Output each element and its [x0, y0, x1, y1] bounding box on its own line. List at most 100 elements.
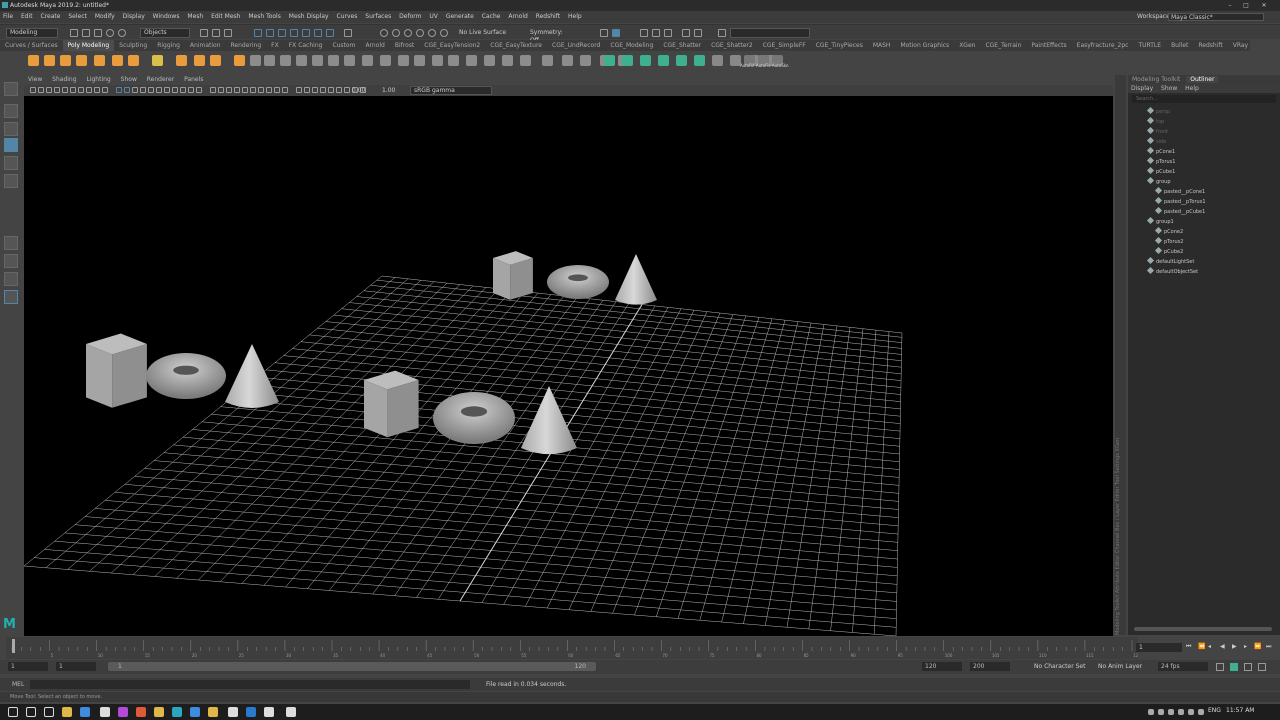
menu-mesh-display[interactable]: Mesh Display	[289, 13, 329, 20]
pTorus2[interactable]	[433, 392, 515, 444]
extrude-icon[interactable]	[328, 55, 339, 66]
panel-menu-view[interactable]: View	[28, 76, 42, 83]
step-forward-key-icon[interactable]: ⏩	[1254, 643, 1261, 650]
minimize-icon[interactable]: –	[1222, 0, 1238, 11]
maximize-icon[interactable]: □	[1238, 0, 1254, 11]
panel-toolbar-icon-14[interactable]	[140, 87, 146, 93]
play-backwards-icon[interactable]: ◀	[1220, 643, 1225, 650]
outliner-layout-icon[interactable]	[4, 290, 18, 304]
app-icon-3[interactable]	[190, 707, 200, 717]
wedge-icon[interactable]	[466, 55, 477, 66]
time-slider[interactable]: 5 10 15 20 25 30 35 40 45 50 55 60 65 70 75 80 85 90 95 100…	[0, 637, 1280, 659]
character-set-select[interactable]: No Character Set	[1034, 662, 1088, 671]
fill-hole-icon[interactable]	[362, 55, 373, 66]
panel-menu-renderer[interactable]: Renderer	[147, 76, 174, 83]
panel-toolbar-icon-1[interactable]	[30, 87, 36, 93]
pasted-pCone1[interactable]	[225, 344, 279, 408]
quad-draw-icon[interactable]	[542, 55, 553, 66]
select-by-joint-icon[interactable]	[266, 29, 274, 37]
shelf-tab-fx-caching[interactable]: FX Caching	[284, 40, 328, 51]
panel-toolbar-icon-21[interactable]	[196, 87, 202, 93]
panel-toolbar-icon-5[interactable]	[62, 87, 68, 93]
panel-toolbar-icon-23[interactable]	[218, 87, 224, 93]
exposure-field[interactable]: 0.00	[352, 87, 365, 94]
start-time-field[interactable]: 1	[8, 662, 48, 671]
workspace-select[interactable]: Maya Classic*	[1168, 13, 1264, 21]
outliner-item-group1[interactable]: group1	[1146, 216, 1174, 227]
separate-icon[interactable]	[234, 55, 245, 66]
outliner-item-persp[interactable]: persp	[1146, 106, 1170, 117]
range-bar[interactable]: 1 120	[108, 662, 596, 671]
snap-view-plane-icon[interactable]	[428, 29, 436, 37]
lock-selection-icon[interactable]	[344, 29, 352, 37]
outliner-item-side[interactable]: side	[1146, 136, 1166, 147]
panel-toolbar-icon-32[interactable]	[296, 87, 302, 93]
teal-tool-2-icon[interactable]	[622, 55, 633, 66]
menu-help[interactable]: Help	[568, 13, 582, 20]
outliner-item-ptorus2[interactable]: pTorus2	[1154, 236, 1183, 247]
persp-outliner-layout-icon[interactable]	[4, 272, 18, 286]
select-by-dynamic-icon[interactable]	[314, 29, 322, 37]
panel-toolbar-icon-27[interactable]	[250, 87, 256, 93]
pCube2[interactable]	[364, 370, 419, 438]
outliner-item-pasted-pcone1[interactable]: pasted__pCone1	[1154, 186, 1205, 197]
playback-start-field[interactable]: 1	[56, 662, 96, 671]
colorspace-select[interactable]: sRGB gamma	[410, 86, 492, 95]
move-tool-icon[interactable]	[4, 138, 18, 152]
panel-toolbar-icon-17[interactable]	[164, 87, 170, 93]
app-icon-7[interactable]	[264, 707, 274, 717]
bridge-icon[interactable]	[312, 55, 323, 66]
menu-uv[interactable]: UV	[429, 13, 438, 20]
panel-toolbar-icon-26[interactable]	[242, 87, 248, 93]
poly-sphere-icon[interactable]	[28, 55, 39, 66]
outliner-item-pasted-ptorus1[interactable]: pasted__pTorus1	[1154, 196, 1206, 207]
fps-select[interactable]: 24 fps	[1158, 662, 1208, 671]
poly-platonic-icon[interactable]	[152, 55, 163, 66]
panel-toolbar-icon-16[interactable]	[156, 87, 162, 93]
menu-create[interactable]: Create	[41, 13, 61, 20]
pasted-pTorus1[interactable]	[146, 353, 226, 399]
new-scene-icon[interactable]	[70, 29, 78, 37]
panel-toolbar-icon-33[interactable]	[304, 87, 310, 93]
menu-deform[interactable]: Deform	[399, 13, 421, 20]
search-icon[interactable]	[26, 707, 36, 717]
sound-icon[interactable]	[1258, 663, 1266, 671]
panel-toolbar-icon-31[interactable]	[282, 87, 288, 93]
app-icon-1[interactable]	[100, 707, 110, 717]
app-icon-8[interactable]	[286, 707, 296, 717]
render-settings-icon[interactable]	[640, 29, 648, 37]
go-to-start-icon[interactable]: ⏮	[1186, 643, 1191, 651]
select-by-curve-icon[interactable]	[278, 29, 286, 37]
combine-icon[interactable]	[210, 55, 221, 66]
poly-torus-icon[interactable]	[94, 55, 105, 66]
shelf-tab-poly-modeling[interactable]: Poly Modeling	[62, 40, 115, 51]
panel-toolbar-icon-30[interactable]	[274, 87, 280, 93]
component-mode-icon[interactable]	[224, 29, 232, 37]
extract-icon[interactable]	[296, 55, 307, 66]
pTorus1[interactable]	[547, 265, 609, 299]
shelf-tab-mash[interactable]: MASH	[868, 40, 896, 51]
shelf-tab-bifrost[interactable]: Bifrost	[390, 40, 419, 51]
windows-start-icon[interactable]	[8, 707, 18, 717]
menu-surfaces[interactable]: Surfaces	[365, 13, 391, 20]
four-view-layout-icon[interactable]	[4, 254, 18, 268]
outliner-item-pcone1[interactable]: pCone1	[1146, 146, 1175, 157]
panel-menu-panels[interactable]: Panels	[184, 76, 203, 83]
panel-toolbar-icon-8[interactable]	[86, 87, 92, 93]
mel-input[interactable]	[30, 680, 470, 689]
redo-icon[interactable]	[118, 29, 126, 37]
poly-plane-icon[interactable]	[112, 55, 123, 66]
snap-point-icon[interactable]	[404, 29, 412, 37]
store-icon[interactable]	[80, 707, 90, 717]
outliner-item-front[interactable]: front	[1146, 126, 1168, 137]
collapse-icon[interactable]	[502, 55, 513, 66]
language-indicator[interactable]: ENG	[1208, 707, 1221, 714]
panel-toolbar-icon-34[interactable]	[312, 87, 318, 93]
auto-key-icon[interactable]	[1216, 663, 1224, 671]
shelf-tab-custom[interactable]: Custom	[327, 40, 360, 51]
append-icon[interactable]	[380, 55, 391, 66]
menu-file[interactable]: File	[3, 13, 13, 20]
conform-icon[interactable]	[520, 55, 531, 66]
menu-windows[interactable]: Windows	[153, 13, 180, 20]
multicut-icon[interactable]	[398, 55, 409, 66]
